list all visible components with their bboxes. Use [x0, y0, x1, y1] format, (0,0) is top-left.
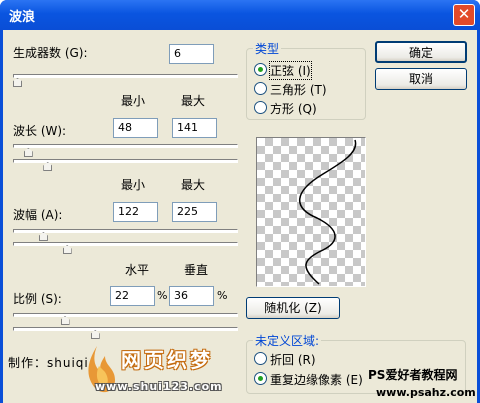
type-sine-radio[interactable]: [254, 63, 267, 76]
amplitude-min-track[interactable]: [13, 229, 238, 233]
scale-horizontal-track[interactable]: [13, 313, 238, 317]
amplitude-label: 波幅 (A):: [13, 208, 63, 222]
undefined-areas-title: 未定义区域:: [253, 332, 322, 349]
repeat-edge-radio[interactable]: [254, 372, 267, 385]
dialog-client-area: 生成器数 (G): 6 最小 最大 波长 (W): 48 141 最小 最大 波…: [3, 30, 477, 403]
repeat-edge-label[interactable]: 重复边缘像素 (E): [270, 371, 363, 388]
amplitude-max-input[interactable]: 225: [172, 202, 217, 222]
generators-slider-track[interactable]: [13, 74, 238, 78]
wrap-around-label[interactable]: 折回 (R): [270, 351, 316, 368]
close-button[interactable]: ✕: [453, 4, 475, 26]
amplitude-max-thumb[interactable]: [62, 245, 72, 254]
dialog-title: 波浪: [9, 10, 36, 25]
scale-horizontal-thumb[interactable]: [60, 316, 70, 325]
wrap-around-radio[interactable]: [254, 352, 267, 365]
type-square-radio[interactable]: [254, 101, 267, 114]
min-header: 最小: [121, 94, 146, 108]
ok-button[interactable]: 确定: [375, 41, 467, 63]
max-header-2: 最大: [181, 178, 206, 192]
scale-vertical-track[interactable]: [13, 327, 238, 331]
randomize-button[interactable]: 随机化 (Z): [246, 297, 340, 319]
generators-slider-thumb[interactable]: [13, 78, 22, 87]
logo-text: 网页织梦: [121, 348, 213, 372]
wavelength-min-thumb[interactable]: [23, 148, 33, 157]
horizontal-header: 水平: [125, 263, 150, 277]
scale-vertical-input[interactable]: 36: [169, 286, 214, 306]
type-triangle-label[interactable]: 三角形 (T): [270, 81, 327, 98]
wavelength-min-track[interactable]: [13, 144, 238, 148]
logo-url: www.shui123.com: [95, 380, 223, 393]
generators-label: 生成器数 (G):: [13, 46, 88, 60]
site-name-watermark: PS爱好者教程网: [368, 368, 458, 382]
percent-sign-h: %: [157, 289, 168, 302]
type-group-title: 类型: [253, 40, 282, 57]
wavelength-max-thumb[interactable]: [43, 162, 53, 171]
amplitude-max-track[interactable]: [13, 242, 238, 246]
max-header: 最大: [181, 94, 206, 108]
cancel-button[interactable]: 取消: [375, 68, 467, 90]
site-url-watermark: www.psahz.com: [376, 386, 476, 399]
amplitude-min-input[interactable]: 122: [113, 202, 158, 222]
vertical-header: 垂直: [184, 263, 209, 277]
credit-text: 制作：shuiqi: [8, 356, 89, 370]
wavelength-label: 波长 (W):: [13, 124, 67, 138]
wavelength-max-input[interactable]: 141: [172, 118, 217, 138]
percent-sign-v: %: [217, 289, 228, 302]
type-square-label[interactable]: 方形 (Q): [270, 100, 317, 117]
scale-horizontal-input[interactable]: 22: [110, 286, 155, 306]
wave-preview-curve: [299, 139, 357, 285]
wavelength-min-input[interactable]: 48: [113, 118, 158, 138]
min-header-2: 最小: [121, 178, 146, 192]
type-triangle-radio[interactable]: [254, 82, 267, 95]
dialog-window: 波浪 ✕ 生成器数 (G): 6 最小 最大 波长 (W): 48 141 最小…: [0, 0, 480, 403]
generators-input[interactable]: 6: [169, 44, 214, 64]
amplitude-min-thumb[interactable]: [38, 232, 48, 241]
type-sine-label[interactable]: 正弦 (I): [269, 61, 312, 80]
wave-preview: [256, 137, 366, 287]
wavelength-max-track[interactable]: [13, 159, 238, 163]
scale-label: 比例 (S):: [13, 292, 62, 306]
title-bar[interactable]: 波浪 ✕: [0, 0, 480, 30]
